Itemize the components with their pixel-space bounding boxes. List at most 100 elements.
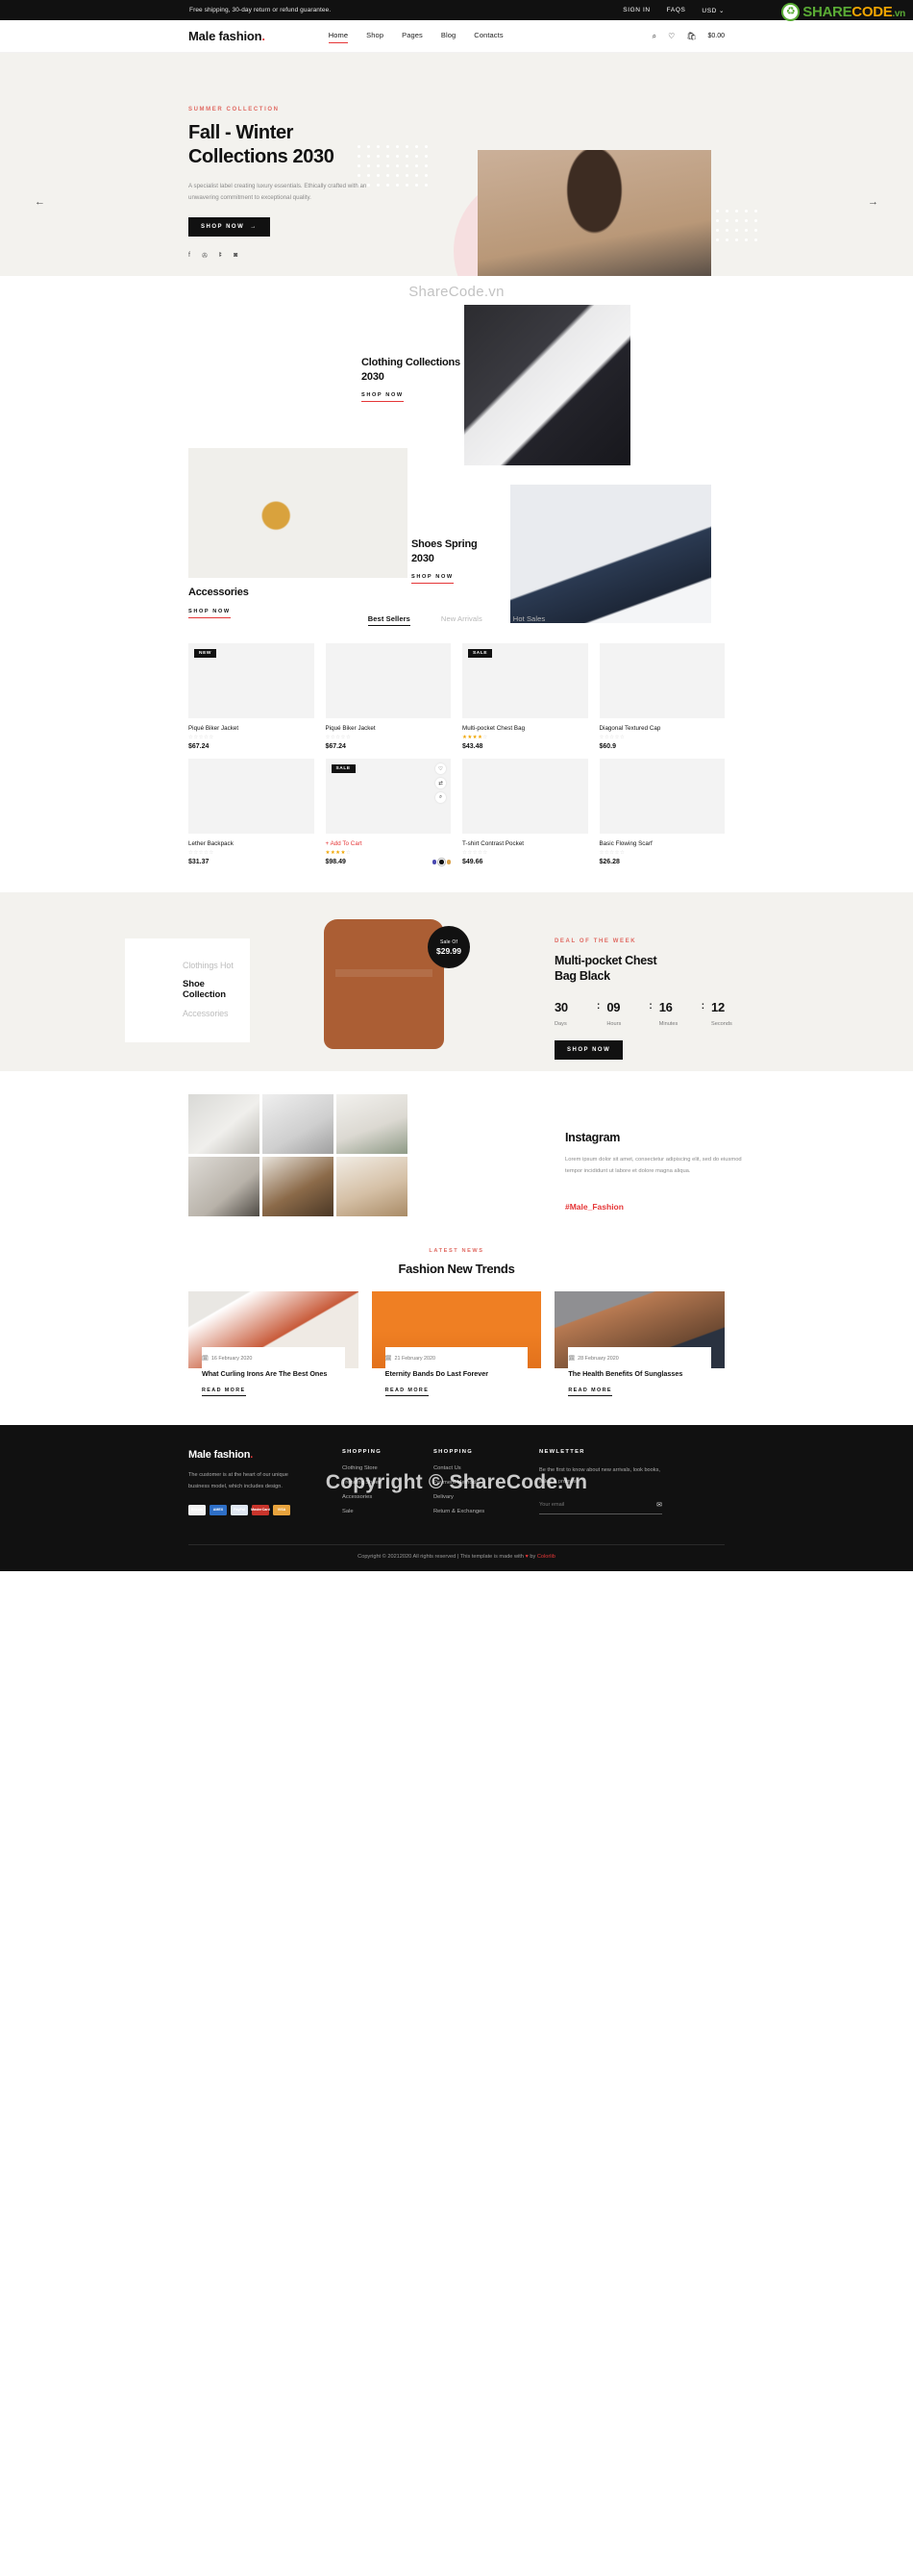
swatch-blue[interactable] bbox=[432, 860, 436, 864]
accessories-collection-image[interactable] bbox=[188, 448, 407, 578]
hero-slider: SUMMER COLLECTION Fall - Winter Collecti… bbox=[0, 53, 913, 276]
site-logo[interactable]: Male fashion. bbox=[188, 29, 265, 43]
faqs-link[interactable]: FAQS bbox=[667, 7, 686, 13]
news-read-more-link[interactable]: READ MORE bbox=[202, 1388, 246, 1397]
swatch-black[interactable] bbox=[437, 858, 446, 866]
nav-item-pages[interactable]: Pages bbox=[402, 31, 423, 42]
news-read-more-link[interactable]: READ MORE bbox=[568, 1388, 612, 1397]
product-image[interactable] bbox=[599, 759, 725, 834]
product-rating: ☆☆☆☆☆ bbox=[188, 735, 214, 740]
nav-item-contacts[interactable]: Contacts bbox=[474, 31, 503, 42]
heart-icon[interactable]: ♡ bbox=[435, 763, 446, 774]
instagram-hashtag[interactable]: #Male_Fashion bbox=[565, 1202, 757, 1212]
footer-newsletter-column: NEWLETTER Be the first to know about new… bbox=[539, 1449, 725, 1523]
newsletter-email-input[interactable] bbox=[539, 1501, 643, 1508]
nav-item-home[interactable]: Home bbox=[328, 31, 349, 43]
instagram-text-block: Instagram Lorem ipsum dolor sit amet, co… bbox=[565, 1096, 757, 1212]
hero-eyebrow: SUMMER COLLECTION bbox=[188, 107, 280, 113]
hero-shop-now-button[interactable]: SHOP NOW → bbox=[188, 216, 270, 237]
tab-new-arrivals[interactable]: New Arrivals bbox=[441, 614, 482, 626]
newsletter-heading: NEWLETTER bbox=[539, 1449, 585, 1456]
product-name: T-shirt Contrast Pocket bbox=[462, 840, 525, 847]
nav-item-blog[interactable]: Blog bbox=[441, 31, 456, 42]
product-image[interactable] bbox=[325, 643, 451, 718]
swatch-tan[interactable] bbox=[446, 860, 451, 864]
pinterest-icon[interactable]: ꔪ bbox=[219, 252, 222, 260]
footer-link[interactable]: Return & Exchanges bbox=[433, 1509, 539, 1514]
product-card[interactable]: Lether Backpack ☆☆☆☆☆ $31.37 bbox=[188, 759, 314, 865]
accessories-shop-now-link[interactable]: SHOP NOW bbox=[188, 609, 231, 618]
product-card[interactable]: Piqué Biker Jacket ☆☆☆☆☆ $67.24 bbox=[325, 643, 451, 750]
deal-tab-shoe-collection[interactable]: Shoe Collection bbox=[183, 979, 250, 1000]
bag-icon[interactable]: 🛍 bbox=[686, 32, 696, 40]
compare-icon[interactable]: ⇄ bbox=[435, 778, 446, 788]
footer-link[interactable]: Trending Shoes bbox=[342, 1480, 433, 1486]
footer-col1-heading: SHOPPING bbox=[342, 1449, 382, 1456]
sign-in-link[interactable]: SIGN IN bbox=[623, 7, 650, 13]
deal-shop-now-button[interactable]: SHOP NOW bbox=[555, 1039, 624, 1060]
product-image[interactable] bbox=[599, 643, 725, 718]
product-card[interactable]: T-shirt Contrast Pocket ☆☆☆☆☆ $49.66 bbox=[462, 759, 588, 865]
facebook-icon[interactable]: f bbox=[188, 252, 190, 260]
hero-next-arrow[interactable]: → bbox=[868, 196, 878, 208]
instagram-photo[interactable] bbox=[336, 1094, 407, 1154]
instagram-photo[interactable] bbox=[262, 1157, 333, 1216]
instagram-icon[interactable]: ◙ bbox=[234, 252, 237, 260]
product-card[interactable]: NEW Piqué Biker Jacket ☆☆☆☆☆ $67.24 bbox=[188, 643, 314, 750]
product-card[interactable]: Diagonal Textured Cap ☆☆☆☆☆ $60.9 bbox=[599, 643, 725, 750]
footer-link[interactable]: Contact Us bbox=[433, 1465, 539, 1471]
envelope-icon[interactable]: ✉ bbox=[656, 1501, 662, 1509]
footer-logo[interactable]: Male fashion. bbox=[188, 1449, 342, 1461]
instagram-title: Instagram bbox=[565, 1131, 621, 1144]
instagram-photo[interactable] bbox=[188, 1157, 259, 1216]
product-image[interactable] bbox=[462, 759, 588, 834]
product-rating: ☆☆☆☆☆ bbox=[462, 850, 488, 856]
deal-tab-accessories[interactable]: Accessories bbox=[183, 1009, 250, 1018]
product-price: $49.66 bbox=[462, 859, 483, 865]
nav-item-shop[interactable]: Shop bbox=[366, 31, 383, 42]
twitter-icon[interactable]: ✇ bbox=[202, 252, 208, 260]
shoes-collection-image[interactable] bbox=[510, 485, 711, 623]
search-icon[interactable]: ⌕ bbox=[653, 32, 656, 40]
add-to-cart-link[interactable]: + Add To Cart bbox=[326, 840, 452, 847]
footer-link[interactable]: Sale bbox=[342, 1509, 433, 1514]
deal-tab-clothings-hot[interactable]: Clothings Hot bbox=[183, 961, 250, 970]
product-card[interactable]: SALE Multi-pocket Chest Bag ★★★★☆ $43.48 bbox=[462, 643, 588, 750]
tab-best-sellers[interactable]: Best Sellers bbox=[367, 614, 411, 626]
deal-product-image[interactable] bbox=[324, 919, 444, 1049]
page-root: Free shipping, 30-day return or refund g… bbox=[0, 0, 913, 1572]
product-grid: NEW Piqué Biker Jacket ☆☆☆☆☆ $67.24 Piqu… bbox=[188, 643, 725, 866]
currency-selector[interactable]: USD ⌄ bbox=[702, 7, 725, 14]
news-card[interactable]: 🗓 16 February 2020 What Curling Irons Are… bbox=[188, 1291, 358, 1397]
news-read-more-link[interactable]: READ MORE bbox=[384, 1388, 430, 1397]
news-card[interactable]: 🗓 28 February 2020 The Health Benefits Of… bbox=[555, 1291, 725, 1397]
hero-prev-arrow[interactable]: ← bbox=[35, 196, 45, 208]
product-image[interactable]: SALE bbox=[462, 643, 588, 718]
clothing-collection-image[interactable] bbox=[464, 305, 630, 465]
clothing-shop-now-link[interactable]: SHOP NOW bbox=[361, 392, 404, 403]
product-card[interactable]: SALE ♡ ⇄ ⌕ + Add To Cart ★★★★☆ $98.49 bbox=[325, 759, 452, 866]
sharecode-badge-icon: ♻ bbox=[781, 3, 801, 21]
zoom-icon[interactable]: ⌕ bbox=[435, 792, 446, 803]
heart-icon[interactable]: ♡ bbox=[668, 32, 675, 40]
product-image[interactable]: NEW bbox=[188, 643, 314, 718]
footer-link[interactable]: Payment Methods bbox=[433, 1480, 539, 1486]
latest-news-section: LATEST NEWS Fashion New Trends 🗓 16 Febru… bbox=[0, 1231, 913, 1425]
cart-total: $0.00 bbox=[707, 33, 725, 39]
colorlib-link[interactable]: Colorlib bbox=[537, 1554, 555, 1560]
product-card[interactable]: Basic Flowing Scarf ☆☆☆☆☆ $26.28 bbox=[599, 759, 725, 865]
news-card[interactable]: 🗓 21 February 2020 Eternity Bands Do Last… bbox=[371, 1291, 542, 1397]
product-image[interactable] bbox=[188, 759, 314, 834]
instagram-photo[interactable] bbox=[262, 1094, 333, 1154]
instagram-photo[interactable] bbox=[188, 1094, 259, 1154]
footer-link[interactable]: Delivary bbox=[433, 1494, 539, 1500]
main-navigation: Home Shop Pages Blog Contacts bbox=[328, 31, 504, 43]
instagram-photo[interactable] bbox=[336, 1157, 407, 1216]
product-image[interactable]: SALE ♡ ⇄ ⌕ bbox=[325, 759, 451, 834]
footer-link[interactable]: Clothing Store bbox=[342, 1465, 433, 1471]
amex-card-icon: AMEX bbox=[210, 1504, 227, 1515]
footer-link[interactable]: Accessories bbox=[342, 1494, 433, 1500]
shoes-shop-now-link[interactable]: SHOP NOW bbox=[411, 574, 454, 585]
collection-banners: ShareCode.vn Clothing Collections 2030 S… bbox=[0, 276, 913, 623]
tab-hot-sales[interactable]: Hot Sales bbox=[513, 614, 545, 626]
